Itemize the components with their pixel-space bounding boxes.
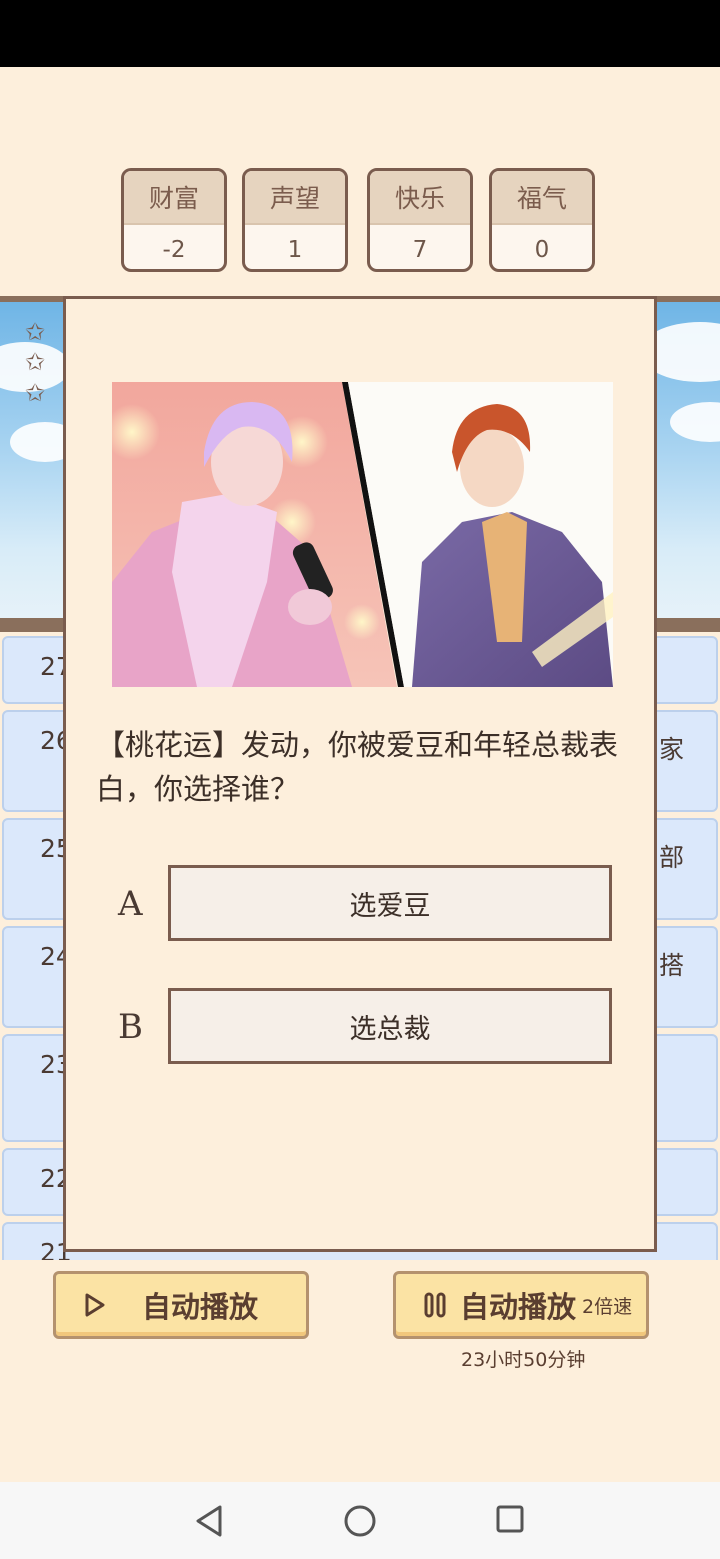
autoplay-fast-label: 自动播放 bbox=[460, 1290, 577, 1324]
autoplay-button[interactable]: 自动播放 bbox=[53, 1271, 309, 1339]
stat-reputation: 声望 1 bbox=[242, 168, 348, 272]
recent-apps-icon[interactable] bbox=[495, 1504, 525, 1534]
star-icon: ✩ bbox=[25, 348, 46, 376]
star-icon: ✩ bbox=[25, 379, 46, 407]
pause-icon bbox=[424, 1292, 446, 1318]
stat-label: 声望 bbox=[245, 171, 345, 225]
row-text: 部 bbox=[658, 843, 684, 872]
event-illustration bbox=[112, 382, 613, 687]
stat-fortune: 福气 0 bbox=[489, 168, 595, 272]
stat-label: 快乐 bbox=[370, 171, 470, 225]
option-letter: B bbox=[118, 1007, 143, 1047]
event-dialog: 【桃花运】发动，你被爱豆和年轻总裁表白，你选择谁？ A 选爱豆 B 选总裁 bbox=[63, 296, 657, 1252]
stat-value: -2 bbox=[162, 237, 186, 263]
stats-panel: 财富 -2 声望 1 快乐 7 福气 0 bbox=[0, 168, 720, 278]
option-letter: A bbox=[118, 884, 143, 924]
back-icon[interactable] bbox=[194, 1504, 224, 1538]
star-icon: ✩ bbox=[25, 318, 46, 346]
stat-label: 福气 bbox=[492, 171, 592, 225]
autoplay-label: 自动播放 bbox=[142, 1290, 259, 1324]
option-b-button[interactable]: 选总裁 bbox=[168, 988, 612, 1064]
system-nav-bar bbox=[0, 1482, 720, 1559]
status-bar bbox=[0, 0, 720, 67]
speed-label: 2倍速 bbox=[582, 1295, 633, 1318]
stat-wealth: 财富 -2 bbox=[121, 168, 227, 272]
play-icon bbox=[85, 1293, 105, 1317]
stat-happiness: 快乐 7 bbox=[367, 168, 473, 272]
stat-value: 0 bbox=[534, 237, 550, 263]
stat-label: 财富 bbox=[124, 171, 224, 225]
option-a-button[interactable]: 选爱豆 bbox=[168, 865, 612, 941]
event-question: 【桃花运】发动，你被爱豆和年轻总裁表白，你选择谁？ bbox=[96, 728, 619, 806]
row-text: 家 bbox=[658, 735, 684, 764]
home-icon[interactable] bbox=[343, 1504, 377, 1538]
remaining-time: 23小时50分钟 bbox=[461, 1349, 586, 1371]
row-text: 搭 bbox=[658, 951, 684, 980]
stat-value: 7 bbox=[412, 237, 428, 263]
idol-vs-ceo-image bbox=[112, 382, 613, 687]
autoplay-fast-button[interactable]: 自动播放 2倍速 bbox=[393, 1271, 649, 1339]
stat-value: 1 bbox=[287, 237, 303, 263]
